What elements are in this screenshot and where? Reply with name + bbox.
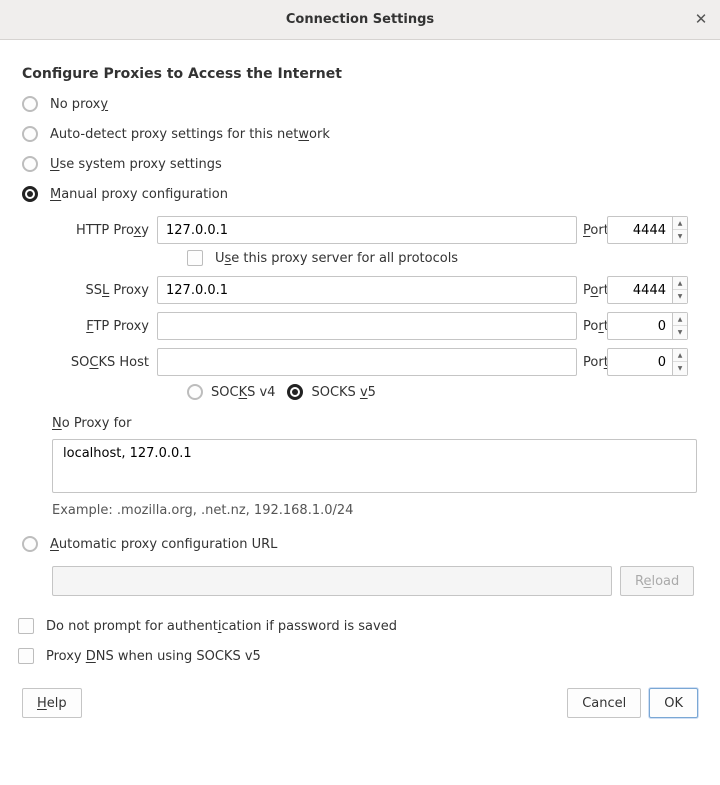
socks-proxy-label: SOCKS Host (52, 355, 157, 370)
ok-button[interactable]: OK (649, 688, 698, 718)
proxy-config-table: HTTP Proxy Port ▲▼ Use this proxy server… (52, 216, 698, 400)
spin-up-icon[interactable]: ▲ (673, 277, 687, 290)
spin-down-icon[interactable]: ▼ (673, 362, 687, 375)
close-icon[interactable]: ✕ (692, 10, 710, 28)
ftp-proxy-label: FTP Proxy (52, 319, 157, 334)
section-heading: Configure Proxies to Access the Internet (22, 66, 698, 82)
radio-label: Manual proxy configuration (50, 187, 228, 202)
port-spinner[interactable]: ▲▼ (673, 348, 688, 376)
ssl-proxy-label: SSL Proxy (52, 283, 157, 298)
cancel-button[interactable]: Cancel (567, 688, 641, 718)
content-area: Configure Proxies to Access the Internet… (0, 40, 720, 736)
radio-label: SOCKS v5 (311, 385, 375, 400)
bottom-options: Do not prompt for authentication if pass… (18, 618, 698, 664)
ssl-port-input[interactable] (607, 276, 673, 304)
http-proxy-row: HTTP Proxy Port ▲▼ (52, 216, 698, 244)
noproxy-example: Example: .mozilla.org, .net.nz, 192.168.… (52, 503, 698, 518)
checkbox-icon (187, 250, 203, 266)
radio-socks-v4[interactable]: SOCKS v4 (187, 384, 275, 400)
radio-label: SOCKS v4 (211, 385, 275, 400)
socks-proxy-row: SOCKS Host Port ▲▼ (52, 348, 698, 376)
ssl-proxy-row: SSL Proxy Port ▲▼ (52, 276, 698, 304)
radio-no-proxy[interactable]: No proxy (22, 96, 698, 112)
http-port-input[interactable] (607, 216, 673, 244)
port-spinner[interactable]: ▲▼ (673, 312, 688, 340)
spin-down-icon[interactable]: ▼ (673, 290, 687, 303)
radio-icon (22, 186, 38, 202)
noproxy-label: No Proxy for (52, 416, 698, 431)
radio-auto-detect[interactable]: Auto-detect proxy settings for this netw… (22, 126, 698, 142)
radio-socks-v5[interactable]: SOCKS v5 (287, 384, 375, 400)
spin-up-icon[interactable]: ▲ (673, 313, 687, 326)
dialog-footer: Help Cancel OK (22, 688, 698, 718)
proxy-dns-row[interactable]: Proxy DNS when using SOCKS v5 (18, 648, 698, 664)
checkbox-label: Proxy DNS when using SOCKS v5 (46, 649, 261, 664)
ftp-proxy-row: FTP Proxy Port ▲▼ (52, 312, 698, 340)
radio-icon (22, 536, 38, 552)
socks-proxy-input[interactable] (157, 348, 577, 376)
checkbox-icon (18, 618, 34, 634)
titlebar: Connection Settings ✕ (0, 0, 720, 40)
spin-up-icon[interactable]: ▲ (673, 349, 687, 362)
spin-up-icon[interactable]: ▲ (673, 217, 687, 230)
radio-label: Auto-detect proxy settings for this netw… (50, 127, 330, 142)
help-button[interactable]: Help (22, 688, 82, 718)
pac-row: Reload (52, 566, 698, 596)
reload-button: Reload (620, 566, 694, 596)
radio-icon (22, 156, 38, 172)
port-spinner[interactable]: ▲▼ (673, 276, 688, 304)
ftp-proxy-input[interactable] (157, 312, 577, 340)
radio-icon (287, 384, 303, 400)
radio-label: No proxy (50, 97, 108, 112)
socks-version-row: SOCKS v4 SOCKS v5 (187, 384, 698, 400)
http-proxy-input[interactable] (157, 216, 577, 244)
footer-right: Cancel OK (567, 688, 698, 718)
radio-label: Use system proxy settings (50, 157, 222, 172)
socks-port-label: Port (577, 355, 607, 370)
checkbox-icon (18, 648, 34, 664)
http-port-label: Port (577, 223, 607, 238)
checkbox-label: Use this proxy server for all protocols (215, 251, 458, 266)
pac-url-input (52, 566, 612, 596)
radio-icon (22, 96, 38, 112)
spin-down-icon[interactable]: ▼ (673, 230, 687, 243)
checkbox-label: Do not prompt for authentication if pass… (46, 619, 397, 634)
ftp-port-label: Port (577, 319, 607, 334)
radio-system-proxy[interactable]: Use system proxy settings (22, 156, 698, 172)
use-all-protocols-row[interactable]: Use this proxy server for all protocols (187, 250, 698, 266)
http-proxy-label: HTTP Proxy (52, 223, 157, 238)
port-spinner[interactable]: ▲▼ (673, 216, 688, 244)
radio-icon (187, 384, 203, 400)
window-title: Connection Settings (286, 12, 434, 27)
radio-label: Automatic proxy configuration URL (50, 537, 277, 552)
noproxy-textarea[interactable]: localhost, 127.0.0.1 (52, 439, 697, 493)
ftp-port-input[interactable] (607, 312, 673, 340)
ssl-proxy-input[interactable] (157, 276, 577, 304)
radio-icon (22, 126, 38, 142)
no-prompt-auth-row[interactable]: Do not prompt for authentication if pass… (18, 618, 698, 634)
spin-down-icon[interactable]: ▼ (673, 326, 687, 339)
ssl-port-label: Port (577, 283, 607, 298)
radio-auto-config-url[interactable]: Automatic proxy configuration URL (22, 536, 698, 552)
noproxy-section: No Proxy for localhost, 127.0.0.1 Exampl… (52, 416, 698, 518)
radio-manual-proxy[interactable]: Manual proxy configuration (22, 186, 698, 202)
socks-port-input[interactable] (607, 348, 673, 376)
